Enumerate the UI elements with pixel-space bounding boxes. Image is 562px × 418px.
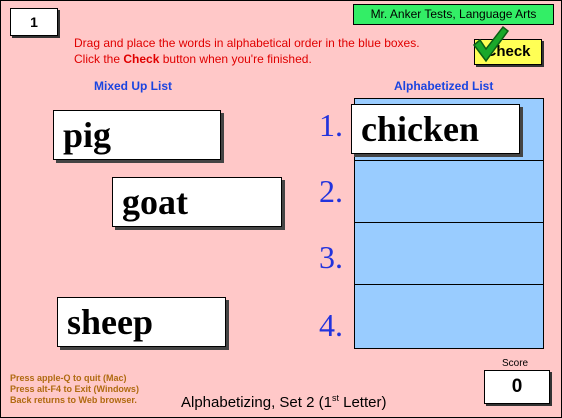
drop-slot-3[interactable] [355,223,543,285]
check-button-label: Check [485,43,531,60]
set-title-superscript: st [331,393,339,403]
quit-line: Press apple-Q to quit (Mac) [10,373,127,383]
set-title-prefix: Alphabetizing, Set 2 (1 [181,394,332,411]
drop-slot-2[interactable] [355,161,543,223]
activity-stage: 1 Mr. Anker Tests, Language Arts Drag an… [0,0,562,418]
instruction-line-2: Click the Check button when you're finis… [74,51,454,67]
check-button[interactable]: Check [474,39,542,65]
word-card-text: goat [122,182,188,222]
word-card-text: pig [63,115,112,155]
set-title: Alphabetizing, Set 2 (1st Letter) [181,393,386,411]
slot-number-4: 4. [319,307,343,343]
instructions: Drag and place the words in alphabetical… [74,35,454,67]
set-title-suffix: Letter) [338,394,387,411]
brand-text: Mr. Anker Tests, Language Arts [370,7,537,21]
word-card-pig[interactable]: pig [53,110,221,160]
quit-instructions: Press apple-Q to quit (Mac) Press alt-F4… [10,373,139,406]
word-card-text: chicken [361,109,480,149]
slot-number-3: 3. [319,239,343,275]
word-card-text: sheep [67,302,154,342]
word-card-goat[interactable]: goat [112,177,282,227]
instruction-suffix: button when you're finished. [159,52,312,66]
alphabetized-list-heading: Alphabetized List [394,79,494,93]
slot-number-2: 2. [319,173,343,209]
score-label: Score [502,358,529,369]
score-value: 0 [511,376,523,397]
mixed-list-heading: Mixed Up List [94,79,173,93]
brand-banner: Mr. Anker Tests, Language Arts [353,4,554,25]
instruction-line-1: Drag and place the words in alphabetical… [74,36,420,50]
quit-line: Press alt-F4 to Exit (Windows) [10,384,139,394]
instruction-keyword: Check [123,52,160,66]
drop-slot-4[interactable] [355,285,543,347]
instruction-prefix: Click the [74,52,124,66]
score-box: 0 [484,370,550,404]
word-card-chicken[interactable]: chicken [351,104,520,154]
word-card-sheep[interactable]: sheep [57,297,226,347]
page-number-box: 1 [10,8,58,36]
quit-line: Back returns to Web browser. [10,395,137,405]
page-number: 1 [30,14,38,30]
slot-number-1: 1. [319,107,343,143]
